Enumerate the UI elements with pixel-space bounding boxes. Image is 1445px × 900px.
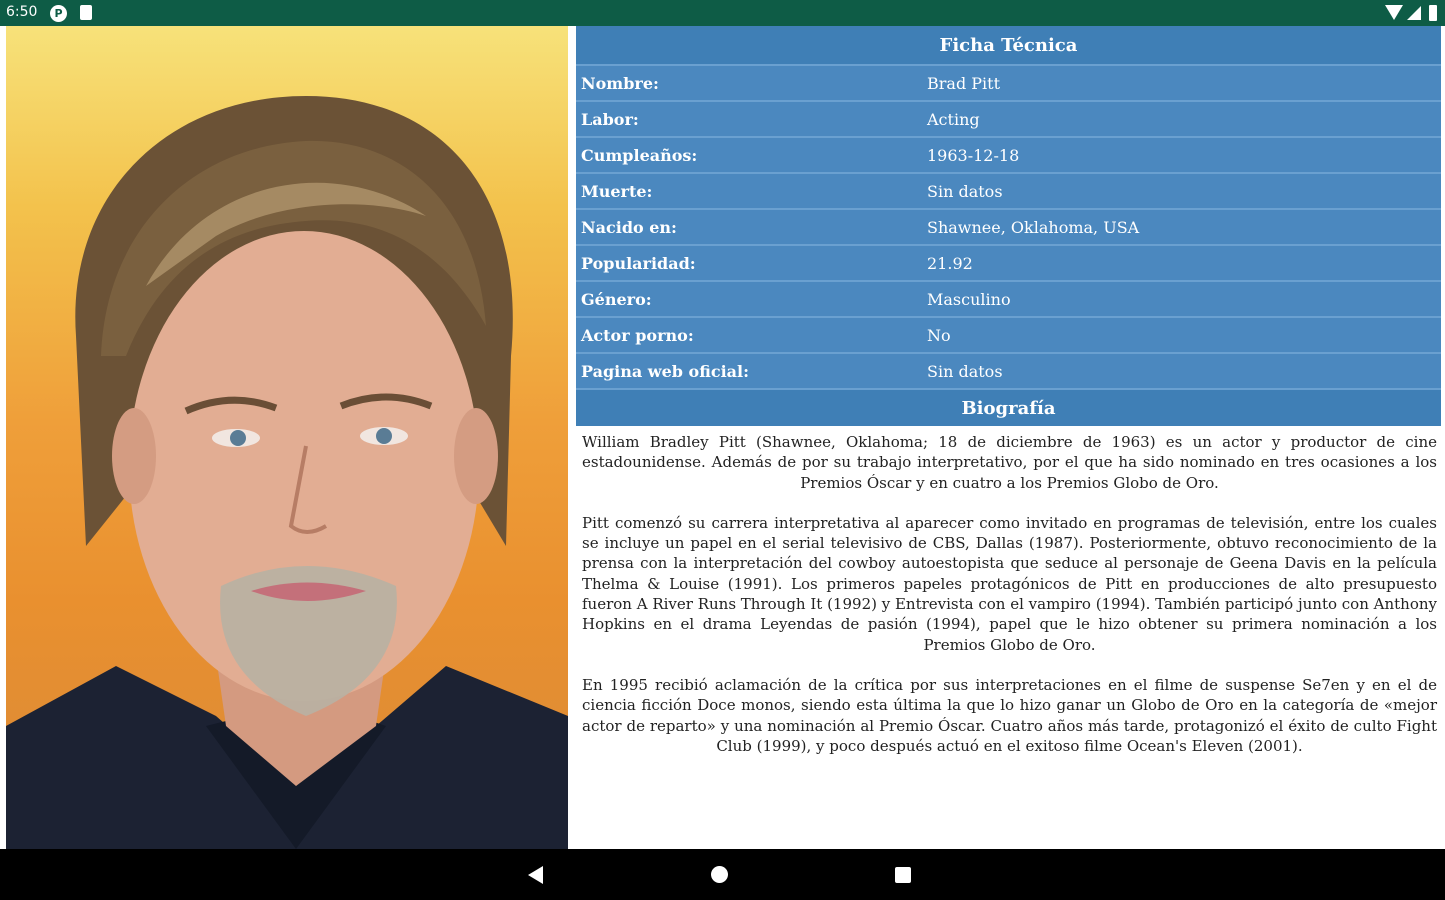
info-value: Acting [927,110,980,129]
status-time: 6:50 [6,4,38,20]
info-value: Masculino [927,290,1011,309]
info-value: 1963-12-18 [927,146,1020,165]
info-row-nacido-en: Nacido en: Shawnee, Oklahoma, USA [576,208,1441,244]
ficha-tecnica-header: Ficha Técnica [576,26,1441,64]
recents-square-icon[interactable] [895,867,911,883]
info-value: Sin datos [927,182,1003,201]
info-row-muerte: Muerte: Sin datos [576,172,1441,208]
info-label: Pagina web oficial: [581,362,749,381]
bio-paragraph: Pitt comenzó su carrera interpretativa a… [582,513,1437,654]
info-value: 21.92 [927,254,973,273]
info-row-pagina-web: Pagina web oficial: Sin datos [576,352,1441,388]
info-label: Muerte: [581,182,653,201]
battery-icon [1429,5,1437,21]
bio-paragraph: En 1995 recibió aclamación de la crítica… [582,675,1437,755]
info-row-cumpleanos: Cumpleaños: 1963-12-18 [576,136,1441,172]
actor-photo [6,26,568,849]
status-bar: 6:50 P [0,0,1445,26]
bio-paragraph: William Bradley Pitt (Shawnee, Oklahoma;… [582,433,1437,492]
info-row-actor-porno: Actor porno: No [576,316,1441,352]
info-row-nombre: Nombre: Brad Pitt [576,64,1441,100]
back-triangle-icon[interactable] [528,866,543,884]
info-label: Nacido en: [581,218,677,237]
info-value: Shawnee, Oklahoma, USA [927,218,1140,237]
info-label: Popularidad: [581,254,696,273]
home-circle-icon[interactable] [711,866,728,883]
navigation-bar [0,849,1445,900]
info-value: No [927,326,951,345]
notification-app-icon: P [50,5,67,22]
notification-sd-icon [80,5,92,20]
actor-info-panel: Ficha Técnica Nombre: Brad Pitt Labor: A… [576,26,1441,849]
biografia-header: Biografía [576,388,1441,426]
signal-icon [1407,6,1421,20]
info-label: Actor porno: [581,326,694,345]
info-label: Género: [581,290,652,309]
info-label: Labor: [581,110,639,129]
info-value: Brad Pitt [927,74,1001,93]
info-row-popularidad: Popularidad: 21.92 [576,244,1441,280]
info-label: Cumpleaños: [581,146,698,165]
biography-text: William Bradley Pitt (Shawnee, Oklahoma;… [576,426,1441,756]
info-row-genero: Género: Masculino [576,280,1441,316]
info-label: Nombre: [581,74,659,93]
actor-portrait-image [6,96,568,849]
info-value: Sin datos [927,362,1003,381]
info-row-labor: Labor: Acting [576,100,1441,136]
wifi-icon [1385,5,1403,20]
